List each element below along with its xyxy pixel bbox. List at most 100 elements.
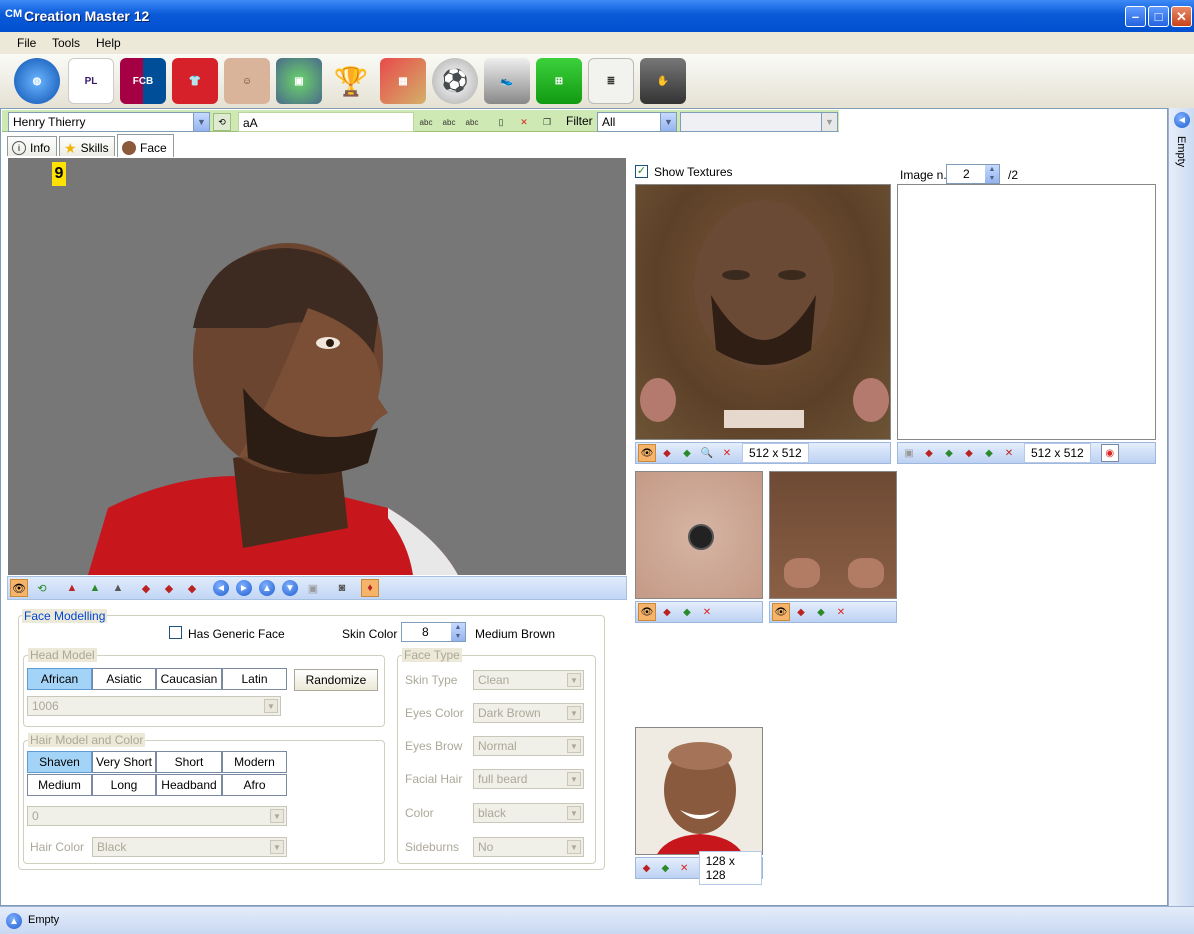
cards-icon[interactable]: ▦ <box>380 58 426 104</box>
minimize-button[interactable]: – <box>1125 6 1146 27</box>
color-select[interactable]: black ▼ <box>473 803 584 823</box>
boots-icon[interactable]: 👟 <box>484 58 530 104</box>
tab-skills[interactable]: ★ Skills <box>59 136 115 156</box>
delete-texture-icon[interactable]: ✕ <box>698 603 716 621</box>
chevron-down-icon[interactable]: ▼ <box>270 809 284 823</box>
chevron-down-icon[interactable]: ▼ <box>567 706 581 720</box>
chevron-down-icon[interactable]: ▼ <box>270 840 284 854</box>
import-head-icon[interactable]: ▲ <box>63 579 81 597</box>
player-face-icon[interactable]: ☺ <box>224 58 270 104</box>
hair-model-select[interactable]: 0 ▼ <box>27 806 287 826</box>
facial-hair-select[interactable]: full beard ▼ <box>473 769 584 789</box>
maximize-button[interactable]: □ <box>1148 6 1169 27</box>
chevron-down-icon[interactable]: ▼ <box>264 699 278 713</box>
refresh-icon[interactable]: ⟲ <box>33 579 51 597</box>
stepper-arrows-icon[interactable]: ▲ ▼ <box>985 165 999 183</box>
eyes-color-select[interactable]: Dark Brown ▼ <box>473 703 584 723</box>
status-toggle-icon[interactable]: ▲ <box>6 913 22 929</box>
chevron-down-icon[interactable]: ▼ <box>567 772 581 786</box>
eye-icon[interactable]: 👁 <box>638 444 656 462</box>
newspaper-icon[interactable]: ≣ <box>588 58 634 104</box>
world-cup-trophy-icon[interactable]: 🏆 <box>328 58 374 104</box>
head-options-icon[interactable]: ▲ <box>109 579 127 597</box>
globe-icon[interactable]: ◍ <box>14 58 60 104</box>
head-model-african[interactable]: African <box>27 668 92 690</box>
head-model-asiatic[interactable]: Asiatic <box>92 668 156 690</box>
close-button[interactable]: ✕ <box>1171 6 1192 27</box>
import-texture-icon[interactable]: ◆ <box>658 603 676 621</box>
import-alpha-icon[interactable]: ◆ <box>960 444 978 462</box>
abc-icon-3[interactable]: abc <box>463 113 481 131</box>
hair-medium[interactable]: Medium <box>27 774 92 796</box>
rotate-right-icon[interactable]: ► <box>235 579 253 597</box>
stadium-icon[interactable]: ▣ <box>276 58 322 104</box>
eye-icon[interactable]: 👁 <box>638 603 656 621</box>
import-texture-icon[interactable]: ◆ <box>920 444 938 462</box>
ball-icon[interactable]: ⚽ <box>432 58 478 104</box>
sideburns-select[interactable]: No ▼ <box>473 837 584 857</box>
menu-help[interactable]: Help <box>96 36 121 50</box>
search-input[interactable]: aA <box>238 112 414 132</box>
export-texture-icon[interactable]: ◆ <box>678 603 696 621</box>
export-texture-icon[interactable]: ◆ <box>812 603 830 621</box>
chevron-down-icon[interactable]: ▼ <box>567 739 581 753</box>
hair-very-short[interactable]: Very Short <box>92 751 156 773</box>
head-model-latin[interactable]: Latin <box>222 668 287 690</box>
shirt-toggle-icon[interactable]: ♦ <box>361 579 379 597</box>
rotate-left-icon[interactable]: ◄ <box>212 579 230 597</box>
image-n-stepper[interactable]: 2 ▲ ▼ <box>946 164 1000 184</box>
hair-long[interactable]: Long <box>92 774 156 796</box>
eye-icon[interactable]: 👁 <box>772 603 790 621</box>
chevron-down-icon[interactable]: ▼ <box>567 806 581 820</box>
delete-photo-icon[interactable]: ✕ <box>676 859 693 877</box>
stepper-arrows-icon[interactable]: ▲ ▼ <box>451 623 465 641</box>
delete-shirt-icon[interactable]: ◆ <box>183 579 201 597</box>
hair-modern[interactable]: Modern <box>222 751 287 773</box>
player-select[interactable]: Henry Thierry ▼ <box>8 112 210 132</box>
delete-icon[interactable]: ✕ <box>515 113 533 131</box>
hair-afro[interactable]: Afro <box>222 774 287 796</box>
camera-icon[interactable]: ◙ <box>333 579 351 597</box>
import-shirt-icon[interactable]: ◆ <box>137 579 155 597</box>
zoom-icon[interactable]: 🔍 <box>698 444 716 462</box>
refresh-icon[interactable]: ⟲ <box>213 113 231 131</box>
head-model-select[interactable]: 1006 ▼ <box>27 696 281 716</box>
export-alpha-icon[interactable]: ◆ <box>980 444 998 462</box>
copy-icon[interactable]: ❐ <box>538 113 556 131</box>
chevron-down-icon[interactable]: ▼ <box>193 113 209 131</box>
import-texture-icon[interactable]: ◆ <box>658 444 676 462</box>
color-picker-icon[interactable]: ◉ <box>1100 444 1119 462</box>
face-3d-viewport[interactable]: 9 <box>8 158 626 575</box>
new-document-icon[interactable]: ▯ <box>492 113 510 131</box>
jersey-icon[interactable]: 👕 <box>172 58 218 104</box>
skin-color-stepper[interactable]: 8 ▲ ▼ <box>401 622 466 642</box>
premier-league-icon[interactable]: PL <box>68 58 114 104</box>
import-texture-icon[interactable]: ◆ <box>792 603 810 621</box>
delete-alpha-icon[interactable]: ✕ <box>1000 444 1018 462</box>
delete-texture-icon[interactable]: ✕ <box>832 603 850 621</box>
hair-color-select[interactable]: Black ▼ <box>92 837 287 857</box>
chevron-down-icon[interactable]: ▼ <box>821 113 837 131</box>
abc-icon-2[interactable]: abc <box>440 113 458 131</box>
skin-type-select[interactable]: Clean ▼ <box>473 670 584 690</box>
hair-shaven[interactable]: Shaven <box>27 751 92 773</box>
chevron-down-icon[interactable]: ▼ <box>660 113 676 131</box>
export-head-icon[interactable]: ▲ <box>86 579 104 597</box>
hair-short[interactable]: Short <box>156 751 222 773</box>
tab-face[interactable]: Face <box>117 134 174 157</box>
fc-barcelona-icon[interactable]: FCB <box>120 58 166 104</box>
chevron-down-icon[interactable]: ▼ <box>567 673 581 687</box>
abc-icon-1[interactable]: abc <box>417 113 435 131</box>
save-icon[interactable]: ▣ <box>900 444 918 462</box>
menu-file[interactable]: File <box>17 36 36 50</box>
rotate-down-icon[interactable]: ▼ <box>281 579 299 597</box>
chevron-down-icon[interactable]: ▼ <box>567 840 581 854</box>
eye-icon[interactable]: 👁 <box>10 579 28 597</box>
export-shirt-icon[interactable]: ◆ <box>160 579 178 597</box>
show-textures-checkbox[interactable]: ✓ <box>635 165 648 178</box>
pitch-icon[interactable]: ⊞ <box>536 58 582 104</box>
export-texture-icon[interactable]: ◆ <box>678 444 696 462</box>
filter-select[interactable]: All ▼ <box>597 112 677 132</box>
dock-toggle-icon[interactable]: ◄ <box>1174 112 1190 128</box>
delete-texture-icon[interactable]: ✕ <box>718 444 736 462</box>
